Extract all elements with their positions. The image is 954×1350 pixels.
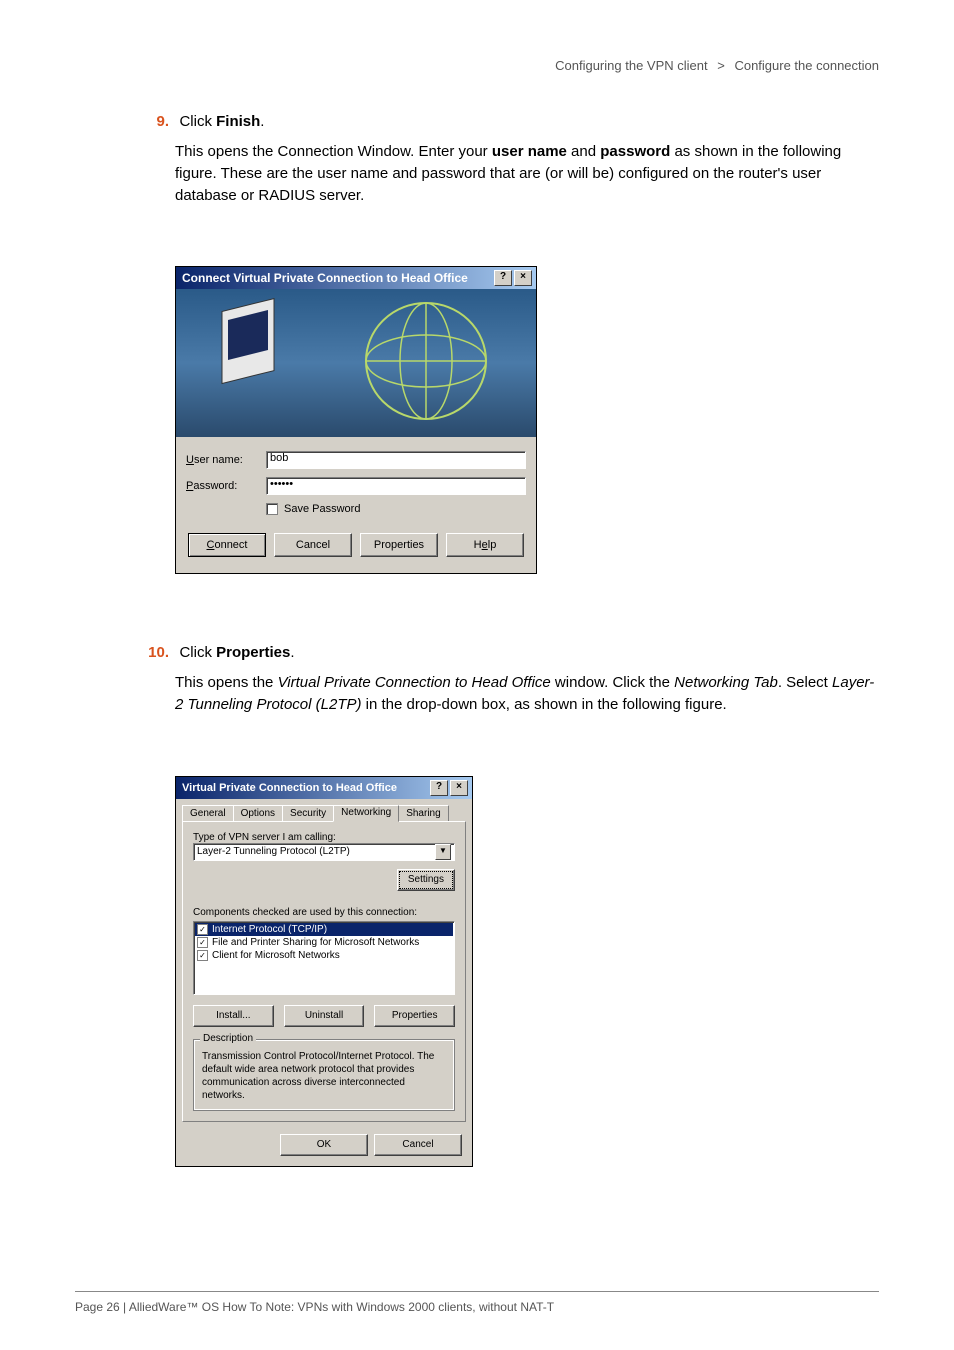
properties-titlebar: Virtual Private Connection to Head Offic… (176, 777, 472, 799)
username-row: User name: bob (186, 451, 526, 469)
step-9-action: Click Finish. (179, 113, 264, 130)
ok-button[interactable]: OK (280, 1134, 368, 1156)
tab-general[interactable]: General (182, 805, 234, 821)
settings-button[interactable]: Settings (397, 869, 455, 891)
help-button[interactable]: Help (446, 533, 524, 557)
step-9-number: 9. (147, 113, 175, 130)
components-label: Components checked are used by this conn… (193, 907, 455, 918)
titlebar-buttons: ? × (494, 270, 532, 286)
install-button[interactable]: Install... (193, 1005, 274, 1027)
description-title: Description (200, 1033, 256, 1044)
settings-row: Settings (193, 869, 455, 891)
list-item[interactable]: ✓ Internet Protocol (TCP/IP) (195, 923, 453, 936)
connect-dialog-titlebar: Connect Virtual Private Connection to He… (176, 267, 536, 289)
step-9-body: This opens the Connection Window. Enter … (175, 141, 879, 206)
username-label: User name: (186, 454, 266, 466)
page: Configuring the VPN client > Configure t… (0, 0, 954, 1350)
help-icon[interactable]: ? (494, 270, 512, 286)
uninstall-button[interactable]: Uninstall (284, 1005, 365, 1027)
cancel-button[interactable]: Cancel (374, 1134, 462, 1156)
checkbox-icon[interactable]: ✓ (197, 924, 208, 935)
connect-form: User name: bob Password: •••••• Save Pas… (176, 437, 536, 573)
properties-footer: OK Cancel (176, 1128, 472, 1166)
header-subsection: Configure the connection (734, 58, 879, 73)
step-10-heading: 10. Click Properties. (175, 644, 879, 662)
properties-dialog: Virtual Private Connection to Head Offic… (175, 776, 473, 1167)
footer-rule (75, 1291, 879, 1292)
header-sep: > (717, 58, 725, 73)
header-section: Configuring the VPN client (555, 58, 707, 73)
save-password-row: Save Password (266, 503, 526, 515)
password-input[interactable]: •••••• (266, 477, 526, 495)
chevron-down-icon: ▼ (435, 844, 451, 860)
page-footer: Page 26 | AlliedWare™ OS How To Note: VP… (75, 1300, 554, 1314)
step-10-body: This opens the Virtual Private Connectio… (175, 672, 879, 716)
description-text: Transmission Control Protocol/Internet P… (202, 1050, 446, 1102)
step-10-action: Click Properties. (179, 644, 294, 661)
close-icon[interactable]: × (450, 780, 468, 796)
component-properties-button[interactable]: Properties (374, 1005, 455, 1027)
list-item[interactable]: ✓ File and Printer Sharing for Microsoft… (195, 936, 453, 949)
connect-buttons: Connect Cancel Properties Help (186, 533, 526, 563)
properties-button[interactable]: Properties (360, 533, 438, 557)
components-listbox[interactable]: ✓ Internet Protocol (TCP/IP) ✓ File and … (193, 921, 455, 995)
list-item-label: File and Printer Sharing for Microsoft N… (212, 937, 419, 948)
cancel-button[interactable]: Cancel (274, 533, 352, 557)
vpn-type-value: Layer-2 Tunneling Protocol (L2TP) (197, 846, 350, 857)
components-buttons: Install... Uninstall Properties (193, 1005, 455, 1027)
connect-button[interactable]: Connect (188, 533, 266, 557)
connect-dialog-title: Connect Virtual Private Connection to He… (182, 271, 468, 285)
vpn-type-dropdown[interactable]: Layer-2 Tunneling Protocol (L2TP) ▼ (193, 843, 455, 861)
password-label: Password: (186, 480, 266, 492)
step-10: 10. Click Properties. This opens the Vir… (175, 644, 879, 716)
tab-options[interactable]: Options (233, 805, 283, 821)
close-icon[interactable]: × (514, 270, 532, 286)
list-item-label: Internet Protocol (TCP/IP) (212, 924, 327, 935)
vpn-type-label: Type of VPN server I am calling: (193, 832, 455, 843)
props-titlebar-buttons: ? × (430, 780, 468, 796)
tab-sharing[interactable]: Sharing (398, 805, 448, 821)
properties-title: Virtual Private Connection to Head Offic… (182, 782, 397, 794)
list-item-label: Client for Microsoft Networks (212, 950, 340, 961)
description-group: Description Transmission Control Protoco… (193, 1039, 455, 1111)
list-item[interactable]: ✓ Client for Microsoft Networks (195, 949, 453, 962)
save-password-checkbox[interactable] (266, 503, 278, 515)
password-row: Password: •••••• (186, 477, 526, 495)
connect-dialog: Connect Virtual Private Connection to He… (175, 266, 537, 574)
step-10-number: 10. (147, 644, 175, 661)
networking-panel: Type of VPN server I am calling: Layer-2… (182, 821, 466, 1122)
connect-dialog-banner (176, 289, 536, 437)
checkbox-icon[interactable]: ✓ (197, 950, 208, 961)
tabstrip: General Options Security Networking Shar… (176, 799, 472, 821)
banner-svg (176, 289, 536, 437)
page-header: Configuring the VPN client > Configure t… (75, 58, 879, 73)
tab-security[interactable]: Security (282, 805, 334, 821)
step-9-heading: 9. Click Finish. (175, 113, 879, 131)
checkbox-icon[interactable]: ✓ (197, 937, 208, 948)
help-icon[interactable]: ? (430, 780, 448, 796)
save-password-label: Save Password (284, 503, 360, 515)
username-input[interactable]: bob (266, 451, 526, 469)
step-9: 9. Click Finish. This opens the Connecti… (175, 113, 879, 206)
tab-networking[interactable]: Networking (333, 805, 399, 822)
